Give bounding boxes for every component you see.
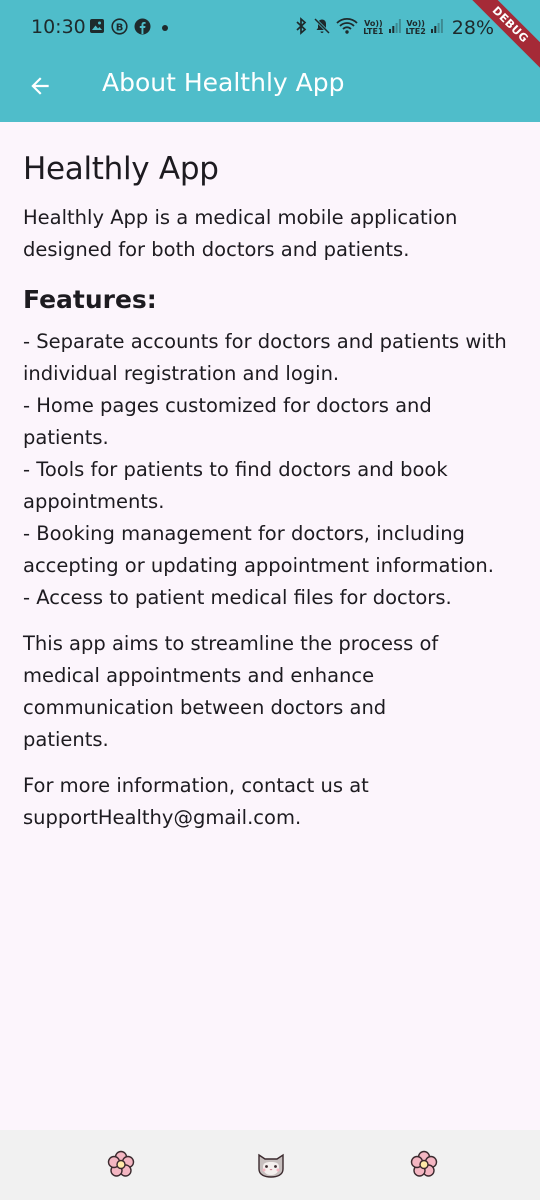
bottom-navigation-bar: [0, 1130, 540, 1200]
feature-item: - Tools for patients to find doctors and…: [23, 458, 448, 513]
mute-icon: [313, 17, 331, 39]
nav-item-right[interactable]: [408, 1150, 440, 1182]
nav-item-left[interactable]: [105, 1150, 137, 1182]
signal-strength-1-icon: [388, 18, 401, 38]
cat-face-icon: [255, 1149, 287, 1183]
about-content: Healthly App Healthly App is a medical m…: [23, 148, 518, 834]
battery-percentage: 28%: [451, 17, 494, 39]
arrow-left-icon: [27, 73, 53, 103]
svg-text:B: B: [116, 22, 124, 33]
back-button[interactable]: [14, 62, 66, 114]
features-list: - Separate accounts for doctors and pati…: [23, 326, 518, 614]
status-system-icons: Vo)) LTE1 Vo)) LTE2 28%: [294, 17, 494, 39]
app-bar: About Healthly App: [0, 58, 540, 122]
feature-item: - Booking management for doctors, includ…: [23, 522, 494, 577]
facebook-icon: [134, 18, 151, 39]
status-time: 10:30: [31, 16, 86, 38]
aim-text: This app aims to streamline the process …: [23, 632, 439, 751]
signal-strength-2-icon: [430, 18, 443, 38]
feature-item: - Access to patient medical files for do…: [23, 586, 452, 609]
gallery-icon: [89, 18, 105, 38]
volte-lte2-indicator: Vo)) LTE2: [406, 20, 426, 36]
b-circle-icon: B: [111, 17, 128, 39]
intro-text: Healthly App is a medical mobile applica…: [23, 206, 458, 261]
page-title: Healthly App: [23, 151, 219, 187]
volte-lte1-indicator: Vo)) LTE1: [363, 20, 383, 36]
feature-item: - Separate accounts for doctors and pati…: [23, 330, 507, 385]
nav-item-center[interactable]: [255, 1150, 287, 1182]
volte1-bottom-label: LTE1: [363, 27, 384, 36]
more-notifications-dot-icon: [157, 19, 171, 38]
flower-icon: [409, 1149, 439, 1183]
status-bar: 10:30 B Vo)) LTE1 Vo)) LTE2 28%: [0, 0, 540, 58]
wifi-icon: [336, 17, 358, 39]
contact-text: For more information, contact us at supp…: [23, 774, 369, 829]
flower-icon: [106, 1149, 136, 1183]
feature-item: - Home pages customized for doctors and …: [23, 394, 432, 449]
top-app-area: 10:30 B Vo)) LTE1 Vo)) LTE2 28% DEBUG Ab…: [0, 0, 540, 122]
status-notification-icons: B: [89, 17, 171, 39]
volte2-bottom-label: LTE2: [405, 27, 426, 36]
features-heading: Features:: [23, 285, 157, 314]
app-bar-title: About Healthly App: [102, 68, 345, 97]
bluetooth-icon: [294, 17, 308, 39]
